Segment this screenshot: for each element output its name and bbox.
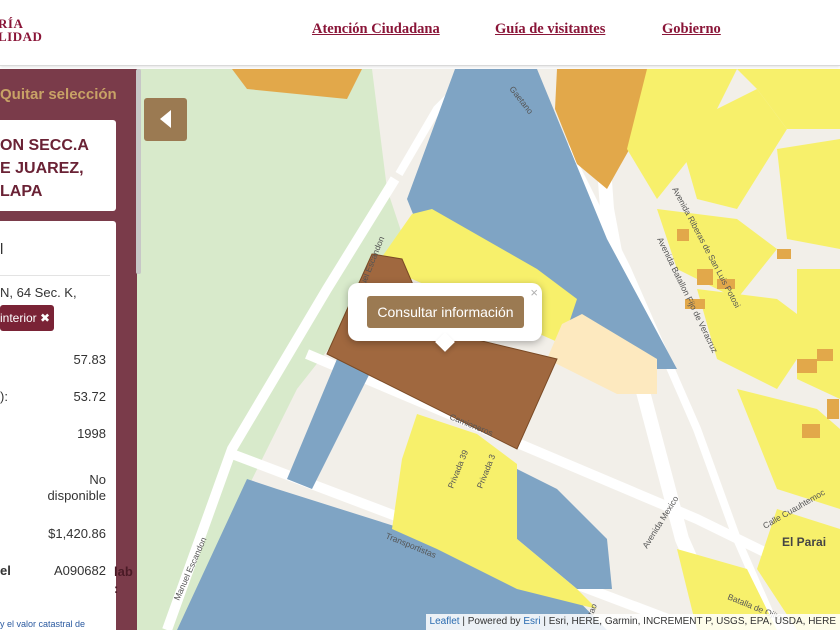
map-view[interactable]: Manuel Escandon Manuel Escandon Camioner…	[137, 69, 840, 630]
attribution-powered-text: | Powered by	[459, 616, 524, 627]
address-line-3: LAPA	[0, 183, 43, 200]
esri-link[interactable]: Esri	[523, 616, 540, 627]
address-line-1: ON SECC.A	[0, 137, 89, 154]
logo-line-2[interactable]: LIDAD	[0, 30, 42, 44]
detail-value-1: 53.72	[73, 389, 106, 404]
map-popup: × Consultar información	[348, 283, 542, 352]
chevron-left-icon	[160, 110, 171, 128]
sidebar-panel: Quitar selección ON SECC.A E JUAREZ, LAP…	[0, 69, 137, 630]
popup-close-icon[interactable]: ×	[530, 285, 538, 300]
consultar-informacion-button[interactable]: Consultar información	[367, 296, 524, 328]
detail-value-4: $1,420.86	[48, 526, 106, 541]
address-line-2: E JUAREZ,	[0, 160, 84, 177]
detail-label-5: el	[0, 563, 11, 578]
detail-label-1: ):	[0, 389, 8, 404]
site-header: RÍA LIDAD Atención Ciudadana Guía de vis…	[0, 0, 840, 66]
detail-value-3: No disponible	[47, 472, 106, 503]
collapse-sidebar-button[interactable]	[144, 98, 187, 141]
sidebar-overflow-text: lab :	[114, 564, 133, 596]
nav-link-gobierno[interactable]: Gobierno	[662, 21, 721, 38]
clear-selection-button[interactable]: Quitar selección	[0, 86, 117, 103]
parcel-yellow-9	[797, 269, 840, 399]
detail-value-0: 57.83	[73, 352, 106, 367]
nav-link-atencion-ciudadana[interactable]: Atención Ciudadana	[312, 21, 440, 38]
footnote-link[interactable]: y el valor catastral de	[0, 619, 85, 629]
detail-value-5: A090682	[53, 563, 106, 578]
map-canvas[interactable]: Manuel Escandon Manuel Escandon Camioner…	[137, 69, 840, 630]
details-heading: l	[0, 241, 4, 258]
parcel-yellow-7	[777, 139, 840, 249]
details-divider	[0, 275, 110, 276]
address-card: ON SECC.A E JUAREZ, LAPA	[0, 120, 116, 211]
nav-link-guia-visitantes[interactable]: Guía de visitantes	[495, 21, 605, 38]
map-attribution: Leaflet | Powered by Esri | Esri, HERE, …	[425, 614, 840, 630]
detail-value-2: 1998	[77, 426, 106, 441]
leaflet-link[interactable]: Leaflet	[430, 616, 460, 627]
details-card: l N, 64 Sec. K, interior ✖ 57.83 ): 53.7…	[0, 221, 116, 630]
details-address: N, 64 Sec. K,	[0, 285, 77, 300]
neighborhood-label-el-paraiso: El Parai	[782, 535, 826, 549]
attribution-sources-text: | Esri, HERE, Garmin, INCREMENT P, USGS,…	[540, 616, 836, 627]
interior-button[interactable]: interior ✖	[0, 305, 54, 331]
sidebar-scrollbar[interactable]	[136, 69, 141, 274]
